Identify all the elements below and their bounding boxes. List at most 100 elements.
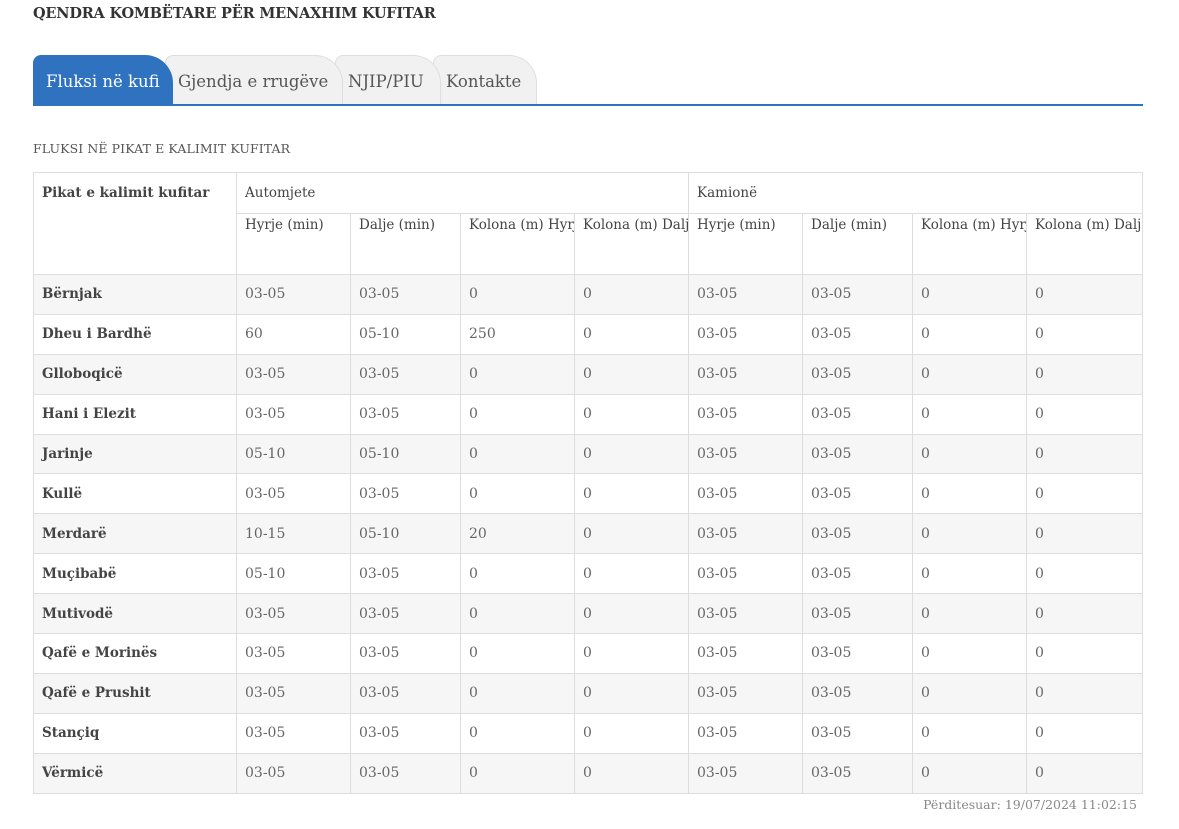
header-border-point: Pikat e kalimit kufitar [33,172,237,275]
row-value-cell: 03-05 [688,633,804,674]
row-value-cell: 03-05 [802,274,914,315]
border-flux-table: Pikat e kalimit kufitar Automjete Kamion… [33,172,1144,794]
row-value-cell: 0 [460,633,575,674]
row-value-cell: 03-05 [350,553,461,595]
subheader-cell: Dalje (min) [350,213,461,275]
row-value-cell: 0 [912,473,1028,515]
row-value-cell: 03-05 [350,393,461,435]
row-value-cell: 03-05 [688,752,804,794]
row-value-cell: 0 [460,473,575,515]
row-value-cell: 03-05 [236,274,351,315]
row-value-cell: 03-05 [236,393,351,435]
row-border-point-name: Bërnjak [33,274,237,315]
row-value-cell: 0 [460,672,575,714]
row-value-cell: 03-05 [350,633,461,674]
row-value-cell: 0 [1026,433,1144,475]
row-value-cell: 0 [573,593,690,635]
row-value-cell: 03-05 [236,353,351,395]
row-value-cell: 03-05 [802,593,914,635]
row-value-cell: 03-05 [688,473,804,515]
row-value-cell: 05-10 [236,553,351,595]
row-value-cell: 03-05 [802,393,914,435]
row-value-cell: 20 [460,513,575,555]
row-value-cell: 0 [573,633,690,674]
row-border-point-name: Muçibabë [33,553,237,595]
subheader-cell: Kolona (m) Hyrje [460,213,575,275]
tab-kontakte[interactable]: Kontakte [433,55,537,104]
row-value-cell: 0 [912,633,1028,674]
row-value-cell: 0 [460,393,575,435]
row-value-cell: 03-05 [688,672,804,714]
row-value-cell: 0 [912,433,1028,475]
row-value-cell: 0 [1026,313,1144,355]
row-value-cell: 0 [1026,553,1144,595]
site-title: QENDRA KOMBËTARE PËR MENAXHIM KUFITAR [33,5,436,22]
row-value-cell: 0 [1026,473,1144,515]
table-row: Kullë 03-05 03-05 0 0 03-05 03-05 0 0 [33,473,1144,515]
row-value-cell: 0 [573,553,690,595]
last-updated-label: Përditesuar: [923,797,1001,812]
row-value-cell: 0 [912,672,1028,714]
row-value-cell: 0 [460,353,575,395]
last-updated-value: 19/07/2024 11:02:15 [1004,797,1137,812]
row-value-cell: 03-05 [350,712,461,754]
subheader-cell: Hyrje (min) [688,213,804,275]
row-value-cell: 0 [912,313,1028,355]
row-value-cell: 03-05 [802,473,914,515]
row-value-cell: 0 [912,712,1028,754]
row-value-cell: 03-05 [802,353,914,395]
table-row: Qafë e Prushit 03-05 03-05 0 0 03-05 03-05 0 0 [33,672,1144,714]
row-border-point-name: Vërmicë [33,752,237,794]
row-value-cell: 03-05 [350,752,461,794]
row-value-cell: 0 [573,513,690,555]
row-value-cell: 0 [573,274,690,315]
table-row: Bërnjak 03-05 03-05 0 0 03-05 03-05 0 0 [33,274,1144,315]
row-value-cell: 03-05 [688,393,804,435]
table-row: Merdarë 10-15 05-10 20 0 03-05 03-05 0 0 [33,513,1144,555]
section-caption: FLUKSI NË PIKAT E KALIMIT KUFITAR [33,141,291,156]
row-border-point-name: Stançiq [33,712,237,754]
tab-njip-piu[interactable]: NJIP/PIU [335,55,441,104]
table-row: Mutivodë 03-05 03-05 0 0 03-05 03-05 0 0 [33,593,1144,635]
tab-gjendja-e-rrugeve[interactable]: Gjendja e rrugëve [165,55,343,104]
row-value-cell: 03-05 [688,274,804,315]
row-value-cell: 03-05 [236,712,351,754]
row-value-cell: 03-05 [802,553,914,595]
table-row: Muçibabë 05-10 03-05 0 0 03-05 03-05 0 0 [33,553,1144,595]
tab-bar: Fluksi në kufi Gjendja e rrugëve NJIP/PI… [33,55,1143,106]
row-value-cell: 03-05 [236,672,351,714]
row-value-cell: 0 [1026,593,1144,635]
row-value-cell: 05-10 [350,313,461,355]
tab-fluksi-ne-kufi[interactable]: Fluksi në kufi [33,55,173,104]
row-value-cell: 03-05 [350,593,461,635]
table-row: Qafë e Morinës 03-05 03-05 0 0 03-05 03-05 0 0 [33,633,1144,674]
subheader-cell: Kolona (m) Dalje [573,213,690,275]
row-value-cell: 03-05 [236,633,351,674]
row-value-cell: 0 [912,353,1028,395]
row-value-cell: 0 [460,752,575,794]
row-border-point-name: Merdarë [33,513,237,555]
row-value-cell: 0 [573,672,690,714]
row-value-cell: 05-10 [236,433,351,475]
row-value-cell: 05-10 [350,513,461,555]
row-value-cell: 0 [1026,712,1144,754]
row-value-cell: 0 [460,712,575,754]
subheader-cell: Dalje (min) [802,213,914,275]
header-group-autos: Automjete [235,172,690,214]
row-value-cell: 03-05 [688,433,804,475]
row-value-cell: 03-05 [688,313,804,355]
row-value-cell: 0 [573,393,690,435]
table-row: Glloboqicë 03-05 03-05 0 0 03-05 03-05 0 0 [33,353,1144,395]
row-value-cell: 0 [573,313,690,355]
row-value-cell: 03-05 [350,473,461,515]
row-value-cell: 0 [1026,353,1144,395]
row-value-cell: 0 [1026,672,1144,714]
row-value-cell: 05-10 [350,433,461,475]
row-value-cell: 250 [460,313,575,355]
row-value-cell: 0 [573,473,690,515]
row-value-cell: 0 [912,393,1028,435]
subheader-cell: Kolona (m) Dalje [1026,213,1144,275]
row-value-cell: 0 [912,593,1028,635]
row-value-cell: 03-05 [688,553,804,595]
row-value-cell: 03-05 [236,473,351,515]
